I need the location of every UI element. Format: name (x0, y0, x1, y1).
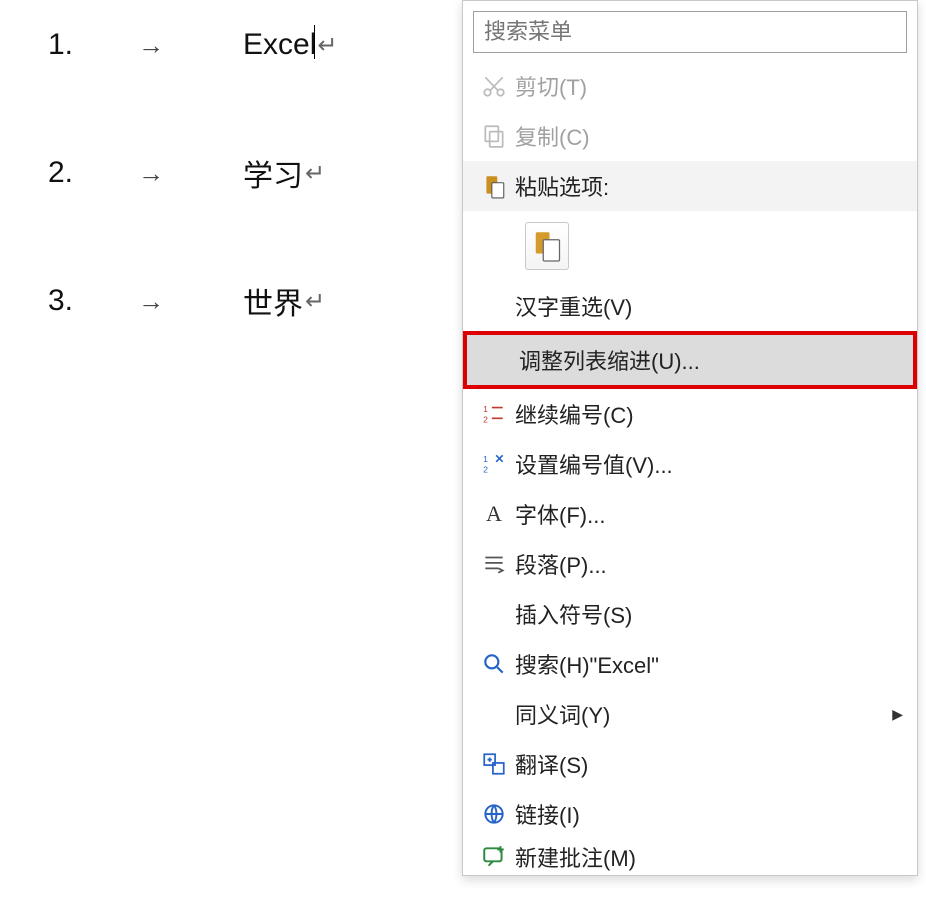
list-line-1[interactable]: 1. → Excel↵ (48, 20, 460, 70)
menu-continue-numbering[interactable]: 12 继续编号(C) (463, 389, 917, 439)
menu-paragraph[interactable]: 段落(P)... (463, 539, 917, 589)
menu-label: 粘贴选项: (515, 170, 917, 202)
list-text[interactable]: 世界 (243, 279, 303, 323)
list-number: 2. (48, 156, 138, 190)
translate-icon (473, 751, 515, 777)
paste-icon (473, 173, 515, 199)
menu-cut: 剪切(T) (463, 61, 917, 111)
list-text[interactable]: 学习 (243, 151, 303, 195)
tab-arrow-icon: → (138, 286, 243, 317)
menu-font[interactable]: A 字体(F)... (463, 489, 917, 539)
paragraph-mark-icon: ↵ (305, 159, 325, 188)
menu-label: 字体(F)... (515, 498, 917, 530)
menu-label: 剪切(T) (515, 70, 917, 102)
menu-insert-symbol[interactable]: 插入符号(S) (463, 589, 917, 639)
menu-paste-header: 粘贴选项: (463, 161, 917, 211)
search-icon (473, 651, 515, 677)
menu-search[interactable]: 搜索(H)"Excel" (463, 639, 917, 689)
menu-label: 新建批注(M) (515, 841, 917, 873)
menu-synonyms[interactable]: 同义词(Y) ▶ (463, 689, 917, 739)
menu-label: 复制(C) (515, 120, 917, 152)
document-area[interactable]: 1. → Excel↵ 2. → 学习↵ 3. → 世界↵ (0, 0, 460, 404)
menu-label: 同义词(Y) (515, 698, 892, 730)
tab-arrow-icon: → (138, 158, 243, 189)
copy-icon (473, 123, 515, 149)
submenu-arrow-icon: ▶ (892, 706, 917, 723)
menu-translate[interactable]: 翻译(S) (463, 739, 917, 789)
paragraph-mark-icon: ↵ (317, 31, 337, 60)
search-wrap (463, 1, 917, 61)
menu-label: 链接(I) (515, 798, 917, 830)
menu-label: 设置编号值(V)... (515, 448, 917, 480)
set-number-icon: 12 (473, 451, 515, 477)
paste-options-row (463, 211, 917, 281)
continue-number-icon: 12 (473, 401, 515, 427)
list-number: 3. (48, 284, 138, 318)
tab-arrow-icon: → (138, 30, 243, 61)
list-line-2[interactable]: 2. → 学习↵ (48, 148, 460, 198)
menu-label: 插入符号(S) (515, 598, 917, 630)
menu-label: 段落(P)... (515, 548, 917, 580)
context-menu: 剪切(T) 复制(C) 粘贴选项: 汉字重选(V) 调整列表缩进(U)... 1… (462, 0, 918, 876)
svg-text:2: 2 (483, 415, 488, 425)
menu-search-input[interactable] (473, 11, 907, 53)
menu-label: 汉字重选(V) (515, 290, 917, 322)
menu-label: 调整列表缩进(U)... (519, 344, 913, 376)
menu-label: 搜索(H)"Excel" (515, 648, 917, 680)
svg-text:2: 2 (483, 465, 488, 475)
svg-text:1: 1 (483, 404, 488, 414)
paragraph-icon (473, 551, 515, 577)
link-icon (473, 801, 515, 827)
paragraph-mark-icon: ↵ (305, 287, 325, 316)
list-line-3[interactable]: 3. → 世界↵ (48, 276, 460, 326)
menu-label: 翻译(S) (515, 748, 917, 780)
font-icon: A (473, 501, 515, 527)
menu-set-number-value[interactable]: 12 设置编号值(V)... (463, 439, 917, 489)
comment-icon (473, 844, 515, 870)
menu-adjust-list-indent[interactable]: 调整列表缩进(U)... (463, 331, 917, 389)
menu-new-comment[interactable]: 新建批注(M) (463, 839, 917, 875)
paste-keep-source-button[interactable] (525, 222, 569, 270)
menu-copy: 复制(C) (463, 111, 917, 161)
menu-reconvert[interactable]: 汉字重选(V) (463, 281, 917, 331)
list-number: 1. (48, 28, 138, 62)
menu-label: 继续编号(C) (515, 398, 917, 430)
menu-link[interactable]: 链接(I) (463, 789, 917, 839)
svg-text:1: 1 (483, 454, 488, 464)
text-cursor (314, 25, 315, 59)
cut-icon (473, 73, 515, 99)
list-text[interactable]: Excel (243, 28, 316, 62)
